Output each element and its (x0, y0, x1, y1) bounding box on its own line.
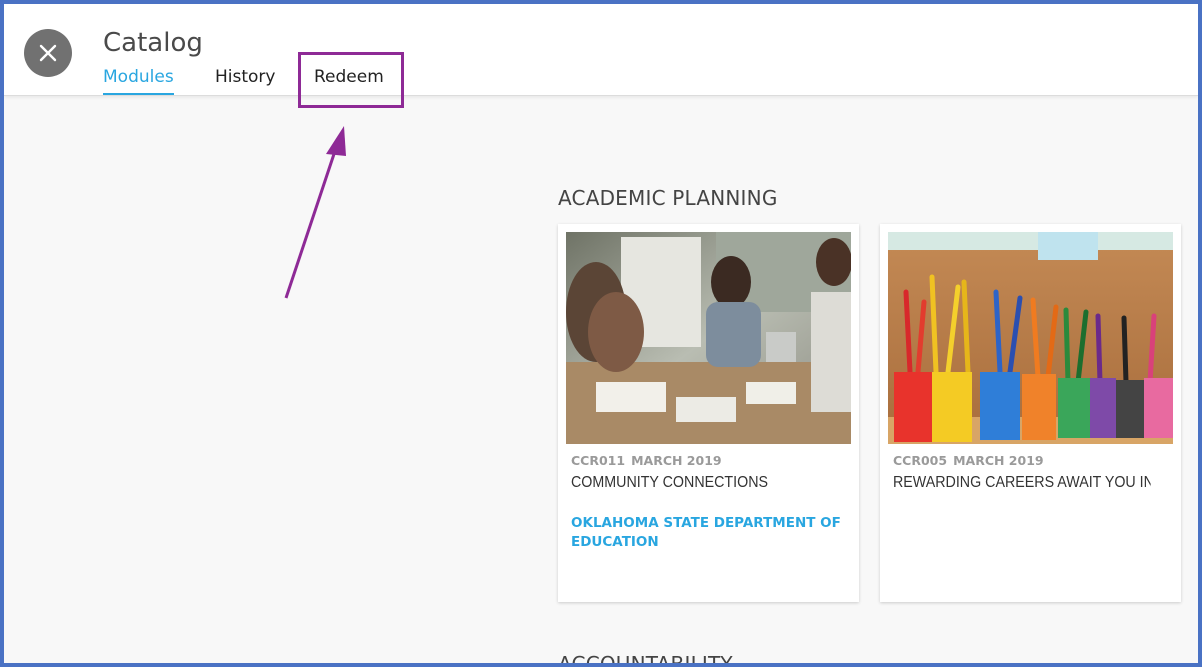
close-icon (39, 44, 57, 62)
app-window: Catalog Modules History Redeem ACADEMIC … (0, 0, 1202, 667)
catalog-header: Catalog Modules History Redeem (4, 4, 1198, 96)
redeem-highlight-box (298, 52, 404, 108)
module-date: MARCH 2019 (631, 453, 722, 468)
module-title: REWARDING CAREERS AWAIT YOU IN THE... (893, 474, 1151, 491)
section-title-academic-planning: ACADEMIC PLANNING (558, 186, 778, 210)
module-title: COMMUNITY CONNECTIONS (571, 474, 769, 491)
module-date: MARCH 2019 (953, 453, 1044, 468)
module-card-image (888, 232, 1173, 444)
tab-modules[interactable]: Modules (103, 67, 174, 95)
module-card[interactable]: CCR005 MARCH 2019 REWARDING CAREERS AWAIT… (880, 224, 1181, 602)
module-card-image (566, 232, 851, 444)
close-button[interactable] (24, 29, 72, 77)
module-code: CCR011 (571, 453, 626, 468)
pointer-arrow (284, 126, 346, 299)
module-meta: CCR011 MARCH 2019 (571, 453, 722, 468)
module-code: CCR005 (893, 453, 948, 468)
module-card[interactable]: CCR011 MARCH 2019 COMMUNITY CONNECTIONS O… (558, 224, 859, 602)
page-title: Catalog (103, 28, 203, 58)
module-meta: CCR005 MARCH 2019 (893, 453, 1044, 468)
section-title-accountability: ACCOUNTABILITY (558, 652, 733, 667)
module-organization-link[interactable]: OKLAHOMA STATE DEPARTMENT OF EDUCATION (571, 514, 851, 552)
tab-history[interactable]: History (215, 67, 275, 87)
